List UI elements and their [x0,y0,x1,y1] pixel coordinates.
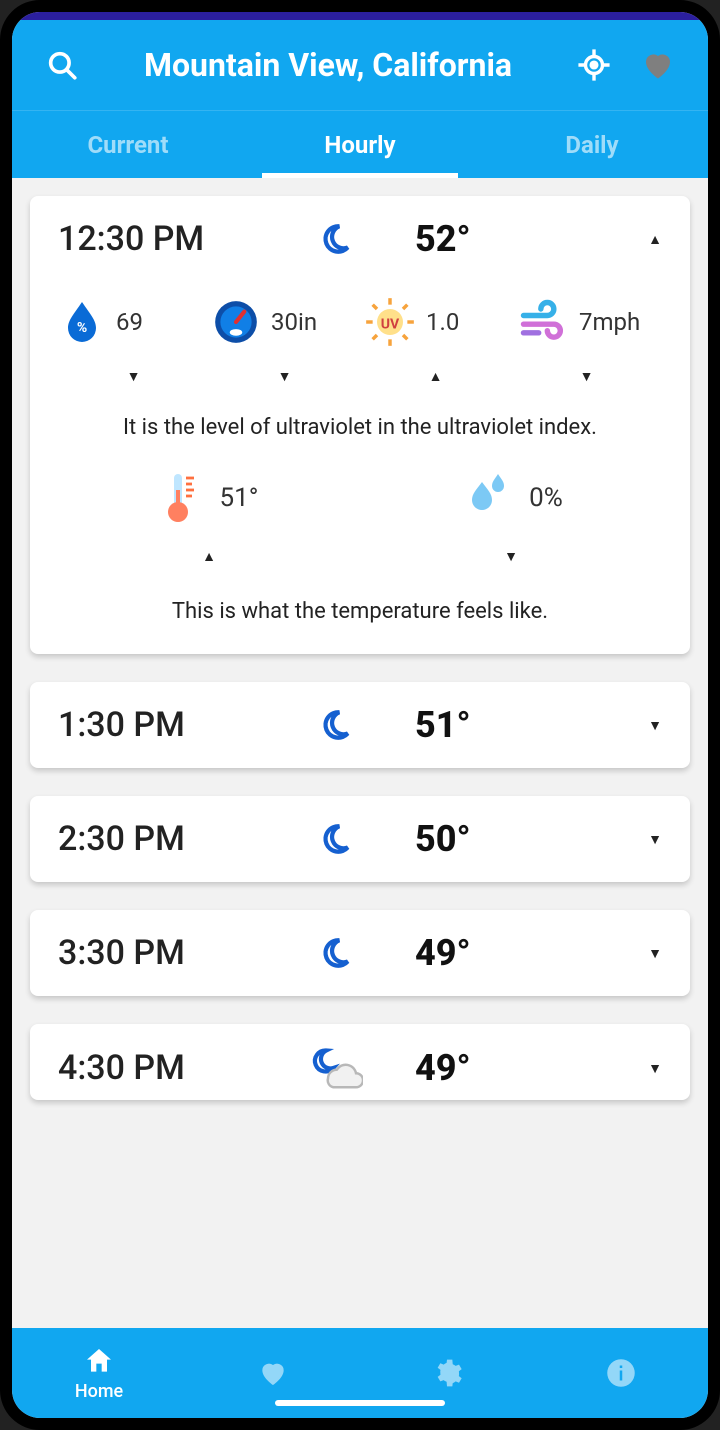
wind-value: 7mph [579,308,640,336]
forecast-tabs: Current Hourly Daily [12,110,708,178]
humidity-icon: % [58,298,106,346]
nav-home-label: Home [75,1381,123,1402]
hour-temp: 49° [375,1047,612,1089]
heart-icon [257,1357,289,1389]
hour-card-expanded[interactable]: 12:30 PM 52° ▲ % 69 30in [30,196,690,654]
location-title: Mountain View, California [104,46,552,84]
gear-icon [431,1357,463,1389]
hour-temp: 52° [375,218,612,260]
app-header: Mountain View, California Current Hourly… [12,20,708,178]
moon-icon [318,822,352,856]
locate-button[interactable] [572,43,616,87]
condition-icon-slot [295,222,375,256]
wind-icon [517,296,569,348]
hour-temp: 51° [375,704,612,746]
chevron-up-icon[interactable]: ▲ [360,368,511,385]
nav-home[interactable]: Home [12,1328,186,1418]
pressure-value: 30in [271,308,317,336]
uv-icon: UV [364,296,416,348]
chevron-down-icon[interactable]: ▼ [58,368,209,385]
hour-temp: 49° [375,932,612,974]
hour-card[interactable]: 2:30 PM 50° ▼ [30,796,690,882]
hour-time: 2:30 PM [58,819,295,859]
gauge-icon [211,297,261,347]
moon-icon [318,936,352,970]
svg-text:%: % [77,320,87,336]
hourly-list[interactable]: 12:30 PM 52° ▲ % 69 30in [12,178,708,1328]
hour-card[interactable]: 4:30 PM 49° ▼ [30,1024,690,1100]
moon-icon [318,222,352,256]
expand-caret[interactable]: ▼ [612,1060,662,1077]
metric-precip[interactable]: 0% [364,470,662,526]
hour-time: 12:30 PM [58,219,295,259]
uv-value: 1.0 [426,308,459,336]
heart-icon [640,47,676,83]
raindrops-icon [463,470,513,526]
hour-card[interactable]: 3:30 PM 49° ▼ [30,910,690,996]
precip-value: 0% [529,483,563,513]
expand-caret[interactable]: ▼ [612,945,662,962]
collapse-caret[interactable]: ▲ [612,231,662,248]
moon-cloud-icon [307,1046,363,1090]
crosshair-icon [577,48,611,82]
moon-icon [318,708,352,742]
feelslike-hint-text: This is what the temperature feels like. [58,599,662,624]
status-bar [12,12,708,20]
expand-caret[interactable]: ▼ [612,717,662,734]
hour-time: 1:30 PM [58,705,295,745]
chevron-up-icon[interactable]: ▲ [58,548,360,565]
feelslike-value: 51° [220,483,259,513]
hour-time: 3:30 PM [58,933,295,973]
hour-card[interactable]: 1:30 PM 51° ▼ [30,682,690,768]
tab-current[interactable]: Current [12,111,244,178]
metric-pressure[interactable]: 30in [211,296,356,348]
metric-carets: ▼ ▼ ▲ ▼ [58,368,662,385]
search-button[interactable] [40,43,84,87]
home-indicator[interactable] [275,1400,445,1406]
metric-uv[interactable]: UV 1.0 [364,296,509,348]
tab-hourly[interactable]: Hourly [244,111,476,178]
info-icon [606,1358,636,1388]
svg-text:UV: UV [381,317,400,333]
tab-daily[interactable]: Daily [476,111,708,178]
nav-info[interactable] [534,1328,708,1418]
metric-humidity[interactable]: % 69 [58,296,203,348]
favorite-button[interactable] [636,43,680,87]
chevron-down-icon[interactable]: ▼ [511,368,662,385]
metric-feelslike[interactable]: 51° [58,470,356,526]
search-icon [45,48,79,82]
expand-caret[interactable]: ▼ [612,831,662,848]
hour-temp: 50° [375,818,612,860]
humidity-value: 69 [116,308,143,336]
hour-time: 4:30 PM [58,1048,295,1088]
metric2-carets: ▲ ▼ [58,548,662,565]
chevron-down-icon[interactable]: ▼ [360,548,662,565]
home-icon [83,1345,115,1377]
thermometer-icon [156,470,204,526]
chevron-down-icon[interactable]: ▼ [209,368,360,385]
uv-hint-text: It is the level of ultraviolet in the ul… [58,415,662,440]
metric-wind[interactable]: 7mph [517,296,662,348]
